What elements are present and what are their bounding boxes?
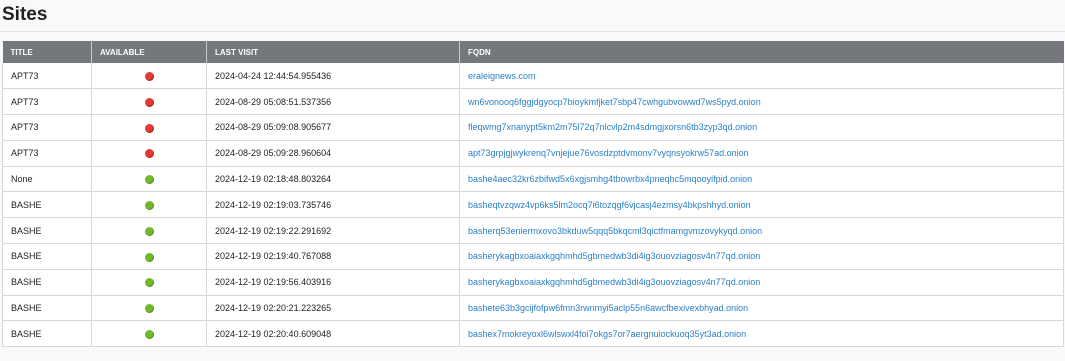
table-row: APT73 2024-08-29 05:09:28.960604 apt73grpj… xyxy=(2,140,1064,167)
site-title-cell: None xyxy=(2,166,92,193)
column-header-title[interactable]: TITLE xyxy=(2,41,92,63)
fqdn-link[interactable]: basherq53eniermxovo3bkduw5qqq5bkqcml3qic… xyxy=(468,226,762,236)
last-visit-cell: 2024-12-19 02:19:56.403916 xyxy=(206,269,460,296)
available-cell xyxy=(91,320,207,348)
page: Sites TITLE AVAILABLE LAST VISIT FQDN AP… xyxy=(0,0,1065,361)
table-row: BASHE 2024-12-19 02:20:40.609048 bashex7mo… xyxy=(2,320,1064,348)
fqdn-link[interactable]: wn6vonooq6fggjdgyocp7bioykmfjket7sbp47cw… xyxy=(468,97,761,107)
last-visit-cell: 2024-12-19 02:20:21.223265 xyxy=(206,295,460,322)
last-visit-cell: 2024-12-19 02:19:03.735746 xyxy=(206,191,460,219)
fqdn-cell: fleqwmg7xnanypt5km2m75l72q7nlcvlp2m4sdmg… xyxy=(459,114,1064,141)
column-header-available[interactable]: AVAILABLE xyxy=(91,41,207,63)
fqdn-cell: eraleignews.com xyxy=(459,63,1064,90)
column-header-fqdn[interactable]: FQDN xyxy=(459,41,1064,63)
fqdn-link[interactable]: basheqtvzqwz4vp6ks5lm2ocq7i6tozqgf6vjcas… xyxy=(468,200,751,210)
table-row: BASHE 2024-12-19 02:19:40.767088 basheryka… xyxy=(2,243,1064,270)
status-up-dot-icon xyxy=(144,200,154,210)
site-title-cell: BASHE xyxy=(2,191,92,219)
fqdn-link[interactable]: bashete63b3gcijfofpw6fmn3rwnmyi5aclp55n6… xyxy=(468,303,748,313)
column-header-last-visit[interactable]: LAST VISIT xyxy=(206,41,460,63)
fqdn-cell: apt73grpjgjwykrenq7vnjejue76vosdzptdvmon… xyxy=(459,140,1064,167)
fqdn-link[interactable]: basherykagbxoaiaxkgqhmhd5gbmedwb3di4ig3o… xyxy=(468,251,760,261)
available-cell xyxy=(91,114,207,141)
fqdn-cell: bashete63b3gcijfofpw6fmn3rwnmyi5aclp55n6… xyxy=(459,295,1064,322)
fqdn-cell: basheqtvzqwz4vp6ks5lm2ocq7i6tozqgf6vjcas… xyxy=(459,191,1064,219)
fqdn-cell: basherykagbxoaiaxkgqhmhd5gbmedwb3di4ig3o… xyxy=(459,243,1064,270)
table-row: APT73 2024-08-29 05:08:51.537356 wn6vonooq… xyxy=(2,88,1064,116)
table-row: BASHE 2024-12-19 02:19:56.403916 basheryka… xyxy=(2,269,1064,296)
site-title-cell: APT73 xyxy=(2,63,92,90)
table-row: BASHE 2024-12-19 02:20:21.223265 bashete63… xyxy=(2,295,1064,322)
available-cell xyxy=(91,88,207,116)
fqdn-cell: basherykagbxoaiaxkgqhmhd5gbmedwb3di4ig3o… xyxy=(459,269,1064,296)
sites-table: TITLE AVAILABLE LAST VISIT FQDN APT73 202… xyxy=(2,41,1064,348)
table-row: APT73 2024-08-29 05:09:08.905677 fleqwmg7x… xyxy=(2,114,1064,141)
status-down-dot-icon xyxy=(144,97,154,107)
site-title-cell: BASHE xyxy=(2,295,92,322)
site-title-cell: BASHE xyxy=(2,269,92,296)
page-title: Sites xyxy=(2,4,48,25)
status-down-dot-icon xyxy=(144,149,154,159)
site-title-cell: BASHE xyxy=(2,320,92,348)
status-down-dot-icon xyxy=(144,123,154,133)
last-visit-cell: 2024-08-29 05:08:51.537356 xyxy=(206,88,460,116)
available-cell xyxy=(91,63,207,90)
table-row: None 2024-12-19 02:18:48.803264 bashe4aec3… xyxy=(2,166,1064,193)
fqdn-cell: bashe4aec32kr6zbifwd5x6xgjsmhg4tbowrbx4p… xyxy=(459,166,1064,193)
last-visit-cell: 2024-12-19 02:19:40.767088 xyxy=(206,243,460,270)
last-visit-cell: 2024-12-19 02:19:22.291692 xyxy=(206,217,460,245)
fqdn-link[interactable]: bashe4aec32kr6zbifwd5x6xgjsmhg4tbowrbx4p… xyxy=(468,174,752,184)
status-down-dot-icon xyxy=(144,71,154,81)
table-row: APT73 2024-04-24 12:44:54.955436 eraleigne… xyxy=(2,63,1064,90)
site-title-cell: BASHE xyxy=(2,217,92,245)
last-visit-cell: 2024-08-29 05:09:28.960604 xyxy=(206,140,460,167)
table-header-row: TITLE AVAILABLE LAST VISIT FQDN xyxy=(2,41,1064,63)
available-cell xyxy=(91,217,207,245)
fqdn-link[interactable]: eraleignews.com xyxy=(468,71,536,81)
available-cell xyxy=(91,295,207,322)
site-title-cell: APT73 xyxy=(2,114,92,141)
table-row: BASHE 2024-12-19 02:19:03.735746 basheqtvz… xyxy=(2,191,1064,219)
fqdn-link[interactable]: fleqwmg7xnanypt5km2m75l72q7nlcvlp2m4sdmg… xyxy=(468,122,757,132)
last-visit-cell: 2024-04-24 12:44:54.955436 xyxy=(206,63,460,90)
fqdn-cell: bashex7mokreyoxl6wlswxl4foi7okgs7or7aerg… xyxy=(459,320,1064,348)
table-row: BASHE 2024-12-19 02:19:22.291692 basherq53… xyxy=(2,217,1064,245)
fqdn-link[interactable]: basherykagbxoaiaxkgqhmhd5gbmedwb3di4ig3o… xyxy=(468,277,760,287)
fqdn-link[interactable]: apt73grpjgjwykrenq7vnjejue76vosdzptdvmon… xyxy=(468,148,749,158)
status-up-dot-icon xyxy=(144,226,154,236)
status-up-dot-icon xyxy=(144,304,154,314)
available-cell xyxy=(91,191,207,219)
available-cell xyxy=(91,166,207,193)
sites-table-body: APT73 2024-04-24 12:44:54.955436 eraleigne… xyxy=(2,63,1064,348)
site-title-cell: APT73 xyxy=(2,140,92,167)
available-cell xyxy=(91,243,207,270)
site-title-cell: BASHE xyxy=(2,243,92,270)
fqdn-cell: basherq53eniermxovo3bkduw5qqq5bkqcml3qic… xyxy=(459,217,1064,245)
title-divider xyxy=(0,31,1065,32)
last-visit-cell: 2024-12-19 02:18:48.803264 xyxy=(206,166,460,193)
available-cell xyxy=(91,140,207,167)
status-up-dot-icon xyxy=(144,175,154,185)
fqdn-link[interactable]: bashex7mokreyoxl6wlswxl4foi7okgs7or7aerg… xyxy=(468,329,746,339)
last-visit-cell: 2024-12-19 02:20:40.609048 xyxy=(206,320,460,348)
status-up-dot-icon xyxy=(144,278,154,288)
last-visit-cell: 2024-08-29 05:09:08.905677 xyxy=(206,114,460,141)
status-up-dot-icon xyxy=(144,329,154,339)
site-title-cell: APT73 xyxy=(2,88,92,116)
status-up-dot-icon xyxy=(144,252,154,262)
fqdn-cell: wn6vonooq6fggjdgyocp7bioykmfjket7sbp47cw… xyxy=(459,88,1064,116)
available-cell xyxy=(91,269,207,296)
